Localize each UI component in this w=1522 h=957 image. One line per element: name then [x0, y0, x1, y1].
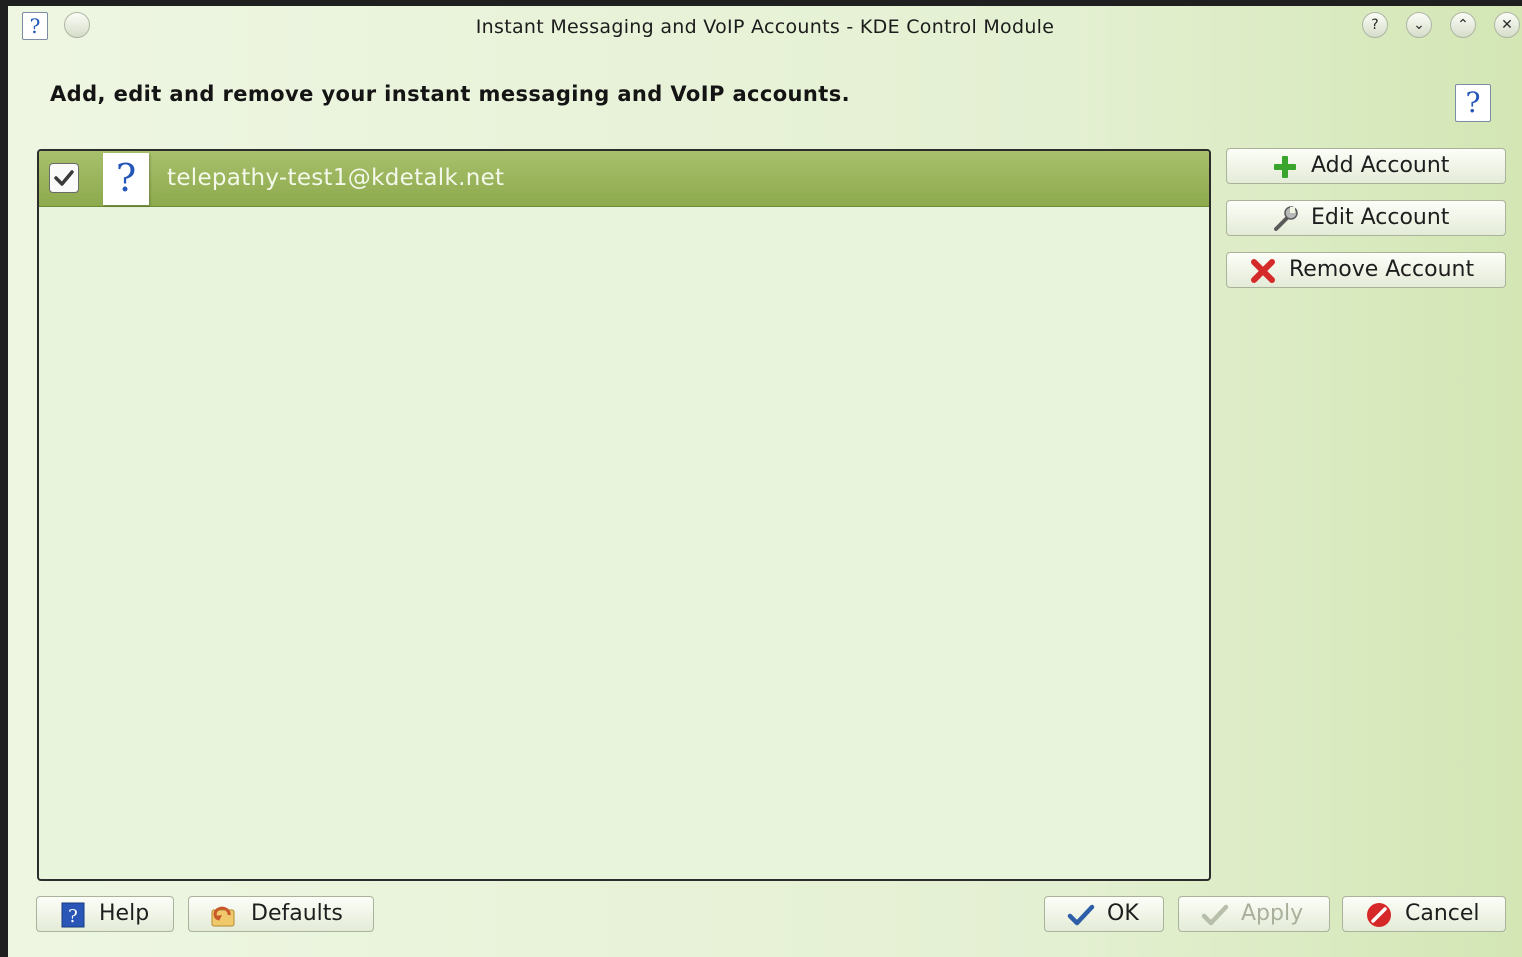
- edit-account-label: Edit Account: [1311, 205, 1450, 230]
- window-title: Instant Messaging and VoIP Accounts - KD…: [475, 16, 1055, 38]
- context-help-button[interactable]: ?: [1362, 12, 1388, 38]
- wrench-icon: [1274, 206, 1298, 231]
- maximize-button[interactable]: ⌃: [1450, 12, 1476, 38]
- cancel-label: Cancel: [1405, 901, 1480, 926]
- add-account-label: Add Account: [1311, 153, 1450, 178]
- account-row[interactable]: ? telepathy-test1@kdetalk.net: [39, 151, 1209, 207]
- plus-icon: [1274, 156, 1296, 178]
- page-heading: Add, edit and remove your instant messag…: [50, 82, 850, 106]
- account-label: telepathy-test1@kdetalk.net: [167, 165, 505, 191]
- remove-account-label: Remove Account: [1289, 257, 1475, 282]
- account-enabled-checkbox[interactable]: [49, 163, 79, 193]
- question-document-icon: ?: [103, 153, 149, 205]
- cancel-icon: [1367, 903, 1391, 927]
- checkmark-icon: [1067, 904, 1095, 926]
- ok-button[interactable]: OK: [1044, 896, 1164, 932]
- check-icon: [54, 170, 74, 186]
- svg-text:?: ?: [68, 906, 78, 927]
- defaults-undo-icon: [211, 906, 235, 927]
- ok-label: OK: [1107, 901, 1139, 926]
- minimize-button[interactable]: ⌄: [1406, 12, 1432, 38]
- add-account-button[interactable]: Add Account: [1226, 148, 1506, 184]
- accounts-list[interactable]: ? telepathy-test1@kdetalk.net: [37, 149, 1211, 881]
- checkmark-disabled-icon: [1201, 904, 1229, 926]
- red-x-icon: [1251, 259, 1275, 283]
- close-button[interactable]: ✕: [1494, 12, 1520, 38]
- help-button[interactable]: ? Help: [36, 896, 174, 932]
- cancel-button[interactable]: Cancel: [1342, 896, 1506, 932]
- defaults-label: Defaults: [251, 901, 343, 926]
- apply-button[interactable]: Apply: [1178, 896, 1330, 932]
- help-label: Help: [99, 901, 150, 926]
- edit-account-button[interactable]: Edit Account: [1226, 200, 1506, 236]
- defaults-button[interactable]: Defaults: [188, 896, 374, 932]
- apply-label: Apply: [1241, 901, 1304, 926]
- remove-account-button[interactable]: Remove Account: [1226, 252, 1506, 288]
- title-bar[interactable]: ? Instant Messaging and VoIP Accounts - …: [8, 6, 1522, 48]
- whats-this-icon[interactable]: ?: [1455, 84, 1491, 122]
- help-book-icon: ?: [61, 902, 85, 928]
- kde-control-window: ? Instant Messaging and VoIP Accounts - …: [8, 6, 1522, 957]
